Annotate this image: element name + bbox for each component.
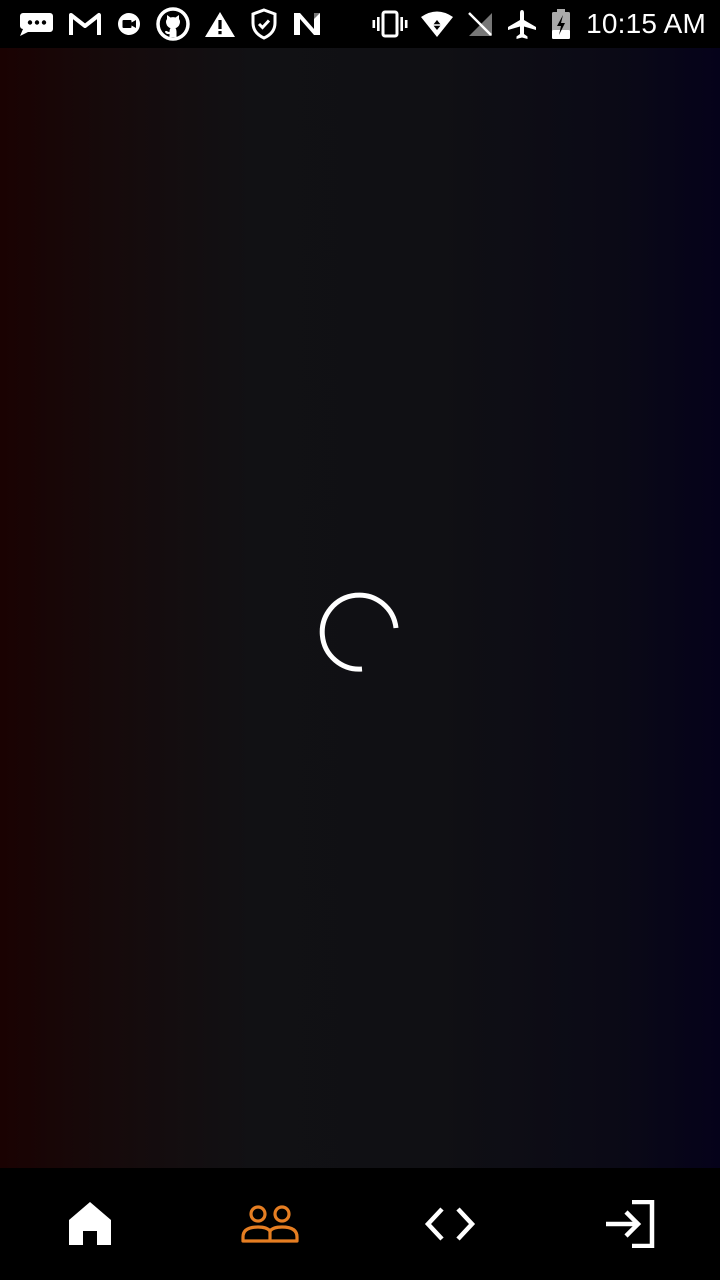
battery-charging-icon: [550, 8, 572, 40]
code-icon: [424, 1206, 476, 1242]
nav-code-button[interactable]: [360, 1168, 540, 1280]
warning-icon: [204, 10, 236, 38]
nav-login-button[interactable]: [540, 1168, 720, 1280]
vibrate-icon: [372, 10, 408, 38]
app-screen: 10:15 AM: [0, 0, 720, 1280]
shield-check-icon: [250, 8, 278, 40]
nav-home-button[interactable]: [0, 1168, 180, 1280]
messages-icon: [18, 11, 54, 37]
gmail-icon: [68, 11, 102, 37]
main-content: [0, 48, 720, 1168]
system-status-icons: 10:15 AM: [372, 0, 706, 48]
home-icon: [68, 1201, 112, 1247]
no-sim-icon: [466, 10, 494, 38]
clock: 10:15 AM: [586, 8, 706, 39]
people-icon: [241, 1204, 299, 1244]
n-app-icon: [292, 11, 322, 37]
wifi-icon: [420, 10, 454, 38]
meet-icon: [116, 11, 142, 37]
airplane-mode-icon: [506, 8, 538, 40]
login-icon: [604, 1200, 656, 1248]
nav-people-button[interactable]: [180, 1168, 360, 1280]
github-icon: [156, 7, 190, 41]
notification-icons: [18, 0, 322, 48]
bottom-navigation: [0, 1168, 720, 1280]
status-bar: 10:15 AM: [0, 0, 720, 48]
loading-spinner-icon: [318, 590, 402, 674]
